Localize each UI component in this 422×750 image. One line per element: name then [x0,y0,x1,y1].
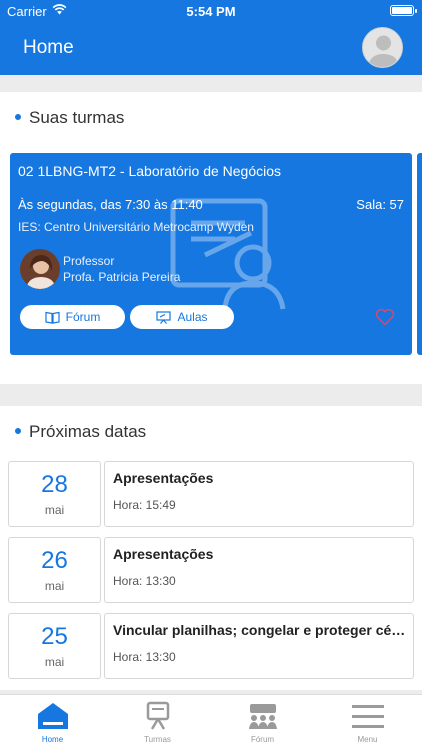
clock: 5:54 PM [186,4,236,19]
user-silhouette-icon [368,35,399,67]
tab-label: Home [41,735,64,744]
page-title: Home [23,37,74,58]
tab-label: Fórum [250,735,275,744]
class-schedule: Às segundas, das 7:30 às 11:40 [18,197,203,212]
professor-avatar [20,249,60,289]
classes-heading: Suas turmas [15,108,124,128]
date-day: 28 [41,471,68,498]
event-info: Apresentações Hora: 13:30 [104,537,414,603]
book-icon [45,311,60,324]
list-item[interactable]: 26 mai Apresentações Hora: 13:30 [8,537,414,603]
class-card[interactable]: 02 1LBNG-MT2 - Laboratório de Negócios À… [10,153,412,355]
professor-role: Professor [63,254,115,268]
teacher-board-icon [170,198,286,310]
event-info: Apresentações Hora: 15:49 [104,461,414,527]
status-bar: Carrier 5:54 PM [0,0,422,22]
tab-turmas[interactable]: Turmas [105,695,210,750]
event-title: Apresentações [113,470,214,486]
lessons-button[interactable]: Aulas [130,305,234,329]
institution-name: IES: Centro Universitário Metrocamp Wyde… [18,220,254,234]
event-title: Vincular planilhas; congelar e proteger … [113,622,407,638]
tab-forum[interactable]: Fórum [210,695,315,750]
professor-name: Profa. Patricia Pereira [63,270,181,284]
bullet-dot [15,113,21,120]
presentation-icon [146,701,170,730]
bottom-tab-bar: Home Turmas Fórum Menu [0,694,422,750]
date-day: 25 [41,623,68,650]
date-month: mai [44,655,65,669]
date-day: 26 [41,547,68,574]
tab-menu[interactable]: Menu [315,695,420,750]
event-info: Vincular planilhas; congelar e proteger … [104,613,414,679]
next-class-card-peek[interactable] [417,153,422,355]
date-badge: 26 mai [8,537,101,603]
tab-label: Turmas [144,735,171,744]
list-item[interactable]: 25 mai Vincular planilhas; congelar e pr… [8,613,414,679]
date-month: mai [44,503,65,517]
event-time: Hora: 13:30 [113,574,176,588]
list-item[interactable]: 28 mai Apresentações Hora: 15:49 [8,461,414,527]
event-time: Hora: 13:30 [113,650,176,664]
date-badge: 28 mai [8,461,101,527]
top-app-bar: Carrier 5:54 PM Home [0,0,422,75]
upcoming-heading: Próximas datas [15,422,146,442]
user-avatar[interactable] [362,27,403,68]
home-icon [38,703,68,729]
date-badge: 25 mai [8,613,101,679]
event-title: Apresentações [113,546,214,562]
tab-home[interactable]: Home [0,695,105,750]
forum-button[interactable]: Fórum [20,305,125,329]
tab-label: Menu [357,735,378,744]
date-month: mai [44,579,65,593]
presentation-icon [156,310,172,324]
group-icon [249,704,277,729]
favorite-heart-icon[interactable] [375,308,395,326]
course-title: 02 1LBNG-MT2 - Laboratório de Negócios [18,163,282,179]
battery-icon [390,5,417,16]
menu-icon [352,705,384,728]
event-time: Hora: 15:49 [113,498,176,512]
class-room: Sala: 57 [356,197,404,212]
bullet-dot [15,427,21,434]
